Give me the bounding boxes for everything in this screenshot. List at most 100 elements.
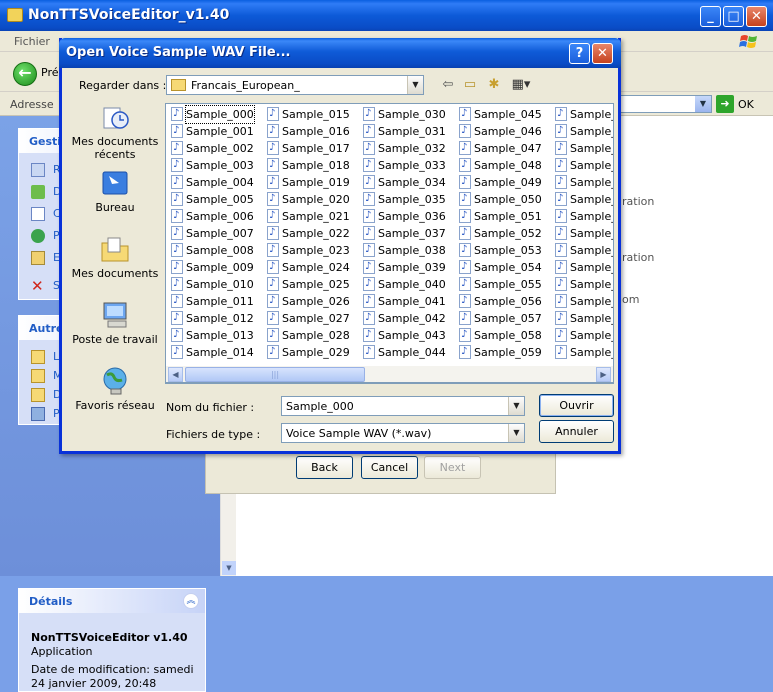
file-item[interactable]: Sample_057 bbox=[456, 310, 552, 327]
file-item[interactable]: Sample_009 bbox=[168, 259, 264, 276]
file-item[interactable]: Sample_019 bbox=[264, 174, 360, 191]
file-item[interactable]: Sample_0 bbox=[552, 191, 613, 208]
file-item[interactable]: Sample_028 bbox=[264, 327, 360, 344]
file-item[interactable]: Sample_0 bbox=[552, 123, 613, 140]
back-arrow-icon[interactable]: ⇦ bbox=[438, 76, 458, 94]
file-item[interactable]: Sample_056 bbox=[456, 293, 552, 310]
back-arrow-icon[interactable]: ← bbox=[13, 62, 37, 86]
go-arrow-icon[interactable]: ➜ bbox=[716, 95, 734, 113]
file-item[interactable]: Sample_017 bbox=[264, 140, 360, 157]
file-item[interactable]: Sample_0 bbox=[552, 106, 613, 123]
file-item[interactable]: Sample_004 bbox=[168, 174, 264, 191]
file-item[interactable]: Sample_003 bbox=[168, 157, 264, 174]
file-item[interactable]: Sample_045 bbox=[456, 106, 552, 123]
file-item[interactable]: Sample_054 bbox=[456, 259, 552, 276]
file-item[interactable]: Sample_007 bbox=[168, 225, 264, 242]
file-item[interactable]: Sample_016 bbox=[264, 123, 360, 140]
file-item[interactable]: Sample_002 bbox=[168, 140, 264, 157]
place-network[interactable]: Favoris réseau bbox=[68, 366, 162, 412]
file-item[interactable]: Sample_005 bbox=[168, 191, 264, 208]
task-box-title[interactable]: Détails bbox=[19, 589, 205, 613]
file-item[interactable]: Sample_039 bbox=[360, 259, 456, 276]
file-item[interactable]: Sample_050 bbox=[456, 191, 552, 208]
file-item[interactable]: Sample_0 bbox=[552, 344, 613, 361]
file-item[interactable]: Sample_046 bbox=[456, 123, 552, 140]
file-item[interactable]: Sample_059 bbox=[456, 344, 552, 361]
file-item[interactable]: Sample_043 bbox=[360, 327, 456, 344]
file-item[interactable]: Sample_034 bbox=[360, 174, 456, 191]
chevron-down-icon[interactable]: ▼ bbox=[695, 96, 711, 112]
open-button[interactable]: Ouvrir bbox=[539, 394, 614, 417]
filename-input[interactable]: Sample_000 ▼ bbox=[281, 396, 525, 416]
chevron-up-icon[interactable]: ︽ bbox=[183, 593, 199, 609]
file-item[interactable]: Sample_053 bbox=[456, 242, 552, 259]
file-item[interactable]: Sample_032 bbox=[360, 140, 456, 157]
minimize-button[interactable]: _ bbox=[700, 6, 721, 27]
file-item[interactable]: Sample_036 bbox=[360, 208, 456, 225]
chevron-down-icon[interactable]: ▼ bbox=[508, 424, 524, 442]
file-item[interactable]: Sample_0 bbox=[552, 276, 613, 293]
file-item[interactable]: Sample_038 bbox=[360, 242, 456, 259]
file-item[interactable]: Sample_0 bbox=[552, 259, 613, 276]
scroll-right-icon[interactable]: ▶ bbox=[596, 367, 611, 382]
file-item[interactable]: Sample_055 bbox=[456, 276, 552, 293]
new-folder-icon[interactable]: ✱ bbox=[484, 76, 504, 94]
file-list[interactable]: Sample_000Sample_001 Sample_002 Sample_003… bbox=[165, 103, 614, 384]
file-item[interactable]: Sample_001 bbox=[168, 123, 264, 140]
horizontal-scrollbar[interactable]: ◀ ||| ▶ bbox=[165, 366, 614, 383]
file-item[interactable]: Sample_035 bbox=[360, 191, 456, 208]
file-item[interactable]: Sample_049 bbox=[456, 174, 552, 191]
chevron-down-icon[interactable]: ▼ bbox=[508, 397, 524, 415]
filetype-select[interactable]: Voice Sample WAV (*.wav) ▼ bbox=[281, 423, 525, 443]
scroll-left-icon[interactable]: ◀ bbox=[168, 367, 183, 382]
chevron-down-icon[interactable]: ▼ bbox=[407, 76, 423, 94]
view-menu-icon[interactable]: ▦▾ bbox=[508, 76, 534, 94]
file-item[interactable]: Sample_044 bbox=[360, 344, 456, 361]
file-item[interactable]: Sample_008 bbox=[168, 242, 264, 259]
scroll-down-icon[interactable]: ▼ bbox=[222, 561, 236, 575]
file-item[interactable]: Sample_031 bbox=[360, 123, 456, 140]
file-item[interactable]: Sample_037 bbox=[360, 225, 456, 242]
file-item[interactable]: Sample_0 bbox=[552, 327, 613, 344]
file-item[interactable]: Sample_0 bbox=[552, 293, 613, 310]
file-item[interactable]: Sample_012 bbox=[168, 310, 264, 327]
file-item[interactable]: Sample_048 bbox=[456, 157, 552, 174]
file-item[interactable]: Sample_030 bbox=[360, 106, 456, 123]
file-item[interactable]: Sample_0 bbox=[552, 242, 613, 259]
file-item[interactable]: Sample_033 bbox=[360, 157, 456, 174]
file-item[interactable]: Sample_040 bbox=[360, 276, 456, 293]
place-recent-documents[interactable]: Mes documents récents bbox=[68, 102, 162, 161]
menu-file[interactable]: Fichier bbox=[14, 35, 50, 48]
file-item[interactable]: Sample_0 bbox=[552, 208, 613, 225]
file-item[interactable]: Sample_018 bbox=[264, 157, 360, 174]
file-item[interactable]: Sample_013 bbox=[168, 327, 264, 344]
file-item[interactable]: Sample_011 bbox=[168, 293, 264, 310]
file-item[interactable]: Sample_0 bbox=[552, 310, 613, 327]
file-item[interactable]: Sample_051 bbox=[456, 208, 552, 225]
cancel-button[interactable]: Annuler bbox=[539, 420, 614, 443]
maximize-button[interactable]: □ bbox=[723, 6, 744, 27]
go-button-label[interactable]: OK bbox=[738, 98, 754, 111]
close-button[interactable]: ✕ bbox=[592, 43, 613, 64]
close-button[interactable]: ✕ bbox=[746, 6, 767, 27]
file-item[interactable]: Sample_052 bbox=[456, 225, 552, 242]
place-my-documents[interactable]: Mes documents bbox=[68, 234, 162, 280]
file-item[interactable]: Sample_021 bbox=[264, 208, 360, 225]
file-item[interactable]: Sample_015 bbox=[264, 106, 360, 123]
file-item[interactable]: Sample_006 bbox=[168, 208, 264, 225]
file-item[interactable]: Sample_0 bbox=[552, 174, 613, 191]
file-item[interactable]: Sample_014 bbox=[168, 344, 264, 361]
file-item[interactable]: Sample_020 bbox=[264, 191, 360, 208]
back-button[interactable]: Back bbox=[296, 456, 353, 479]
file-item[interactable]: Sample_000 bbox=[168, 105, 264, 124]
file-item[interactable]: Sample_025 bbox=[264, 276, 360, 293]
file-item[interactable]: Sample_042 bbox=[360, 310, 456, 327]
file-item[interactable]: Sample_026 bbox=[264, 293, 360, 310]
file-item[interactable]: Sample_0 bbox=[552, 225, 613, 242]
place-my-computer[interactable]: Poste de travail bbox=[68, 300, 162, 346]
cancel-button[interactable]: Cancel bbox=[361, 456, 418, 479]
place-desktop[interactable]: Bureau bbox=[68, 168, 162, 214]
file-item[interactable]: Sample_029 bbox=[264, 344, 360, 361]
file-item[interactable]: Sample_0 bbox=[552, 157, 613, 174]
up-folder-icon[interactable]: ▭ bbox=[460, 76, 480, 94]
